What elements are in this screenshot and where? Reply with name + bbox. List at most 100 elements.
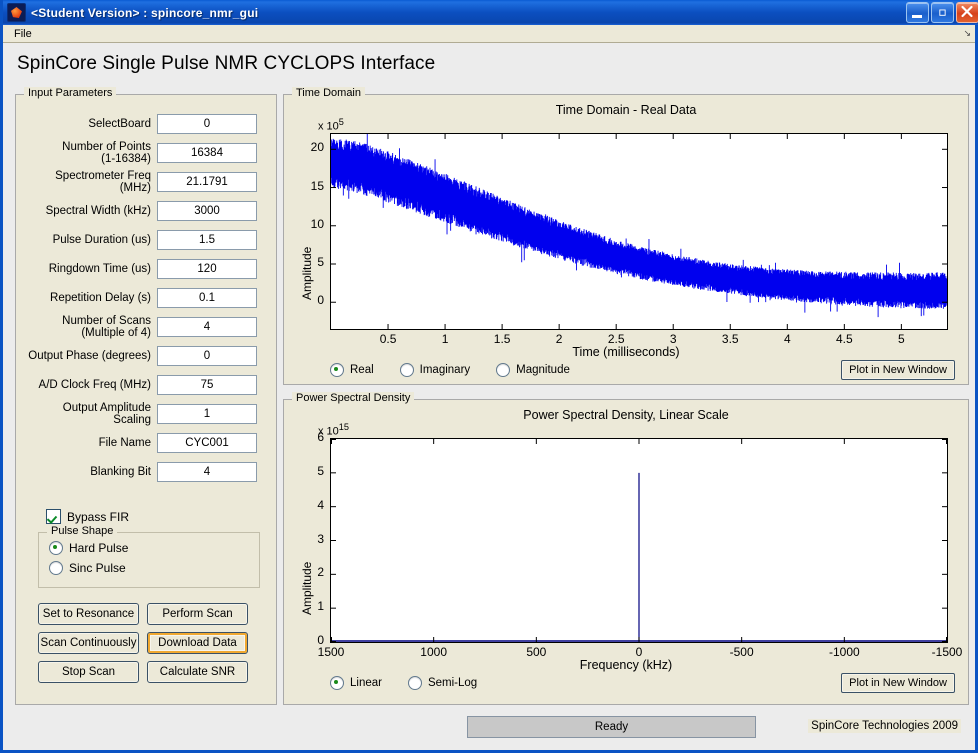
param-label: Spectrometer Freq (MHz) <box>55 169 151 194</box>
time-domain-plot-area[interactable] <box>330 133 948 330</box>
tick-label: 5 <box>898 332 905 346</box>
param-label: SelectBoard <box>88 117 151 130</box>
param-label-line2: (1-16384) <box>101 152 151 165</box>
tick-label: 5 <box>317 463 324 478</box>
time-domain-y-exponent: x 105 <box>318 117 344 133</box>
radio-dot-icon <box>330 363 344 377</box>
param-label: Ringdown Time (us) <box>48 262 151 275</box>
param-row-repetition-delay: Repetition Delay (s) 0.1 <box>22 283 272 312</box>
tick-label: 15 <box>310 178 324 193</box>
tick-label: 0 <box>317 633 324 647</box>
bypass-fir-checkbox[interactable]: Bypass FIR <box>46 509 129 524</box>
param-row-number-of-scans: Number of Scans (Multiple of 4) 4 <box>22 312 272 341</box>
radio-sinc-pulse[interactable]: Sinc Pulse <box>49 561 259 575</box>
calculate-snr-button[interactable]: Calculate SNR <box>147 661 248 683</box>
repetition-delay-input[interactable]: 0.1 <box>157 287 257 308</box>
number-of-points-input[interactable]: 16384 <box>157 142 257 163</box>
param-row-spectral-width: Spectral Width (kHz) 3000 <box>22 196 272 225</box>
param-row-output-phase: Output Phase (degrees) 0 <box>22 341 272 370</box>
output-amplitude-scaling-input[interactable]: 1 <box>157 403 257 424</box>
time-domain-plot-in-new-window-button[interactable]: Plot in New Window <box>841 360 955 380</box>
radio-dot-icon <box>330 676 344 690</box>
radio-dot-icon <box>399 363 414 377</box>
ad-clock-freq-input[interactable]: 75 <box>157 374 257 395</box>
file-name-input[interactable]: CYC001 <box>157 432 257 453</box>
radio-semi-log[interactable]: Semi-Log <box>407 676 477 690</box>
param-row-ringdown-time: Ringdown Time (us) 120 <box>22 254 272 283</box>
radio-dot-icon <box>407 676 422 690</box>
radio-linear[interactable]: Linear <box>330 676 382 690</box>
scan-continuously-button[interactable]: Scan Continuously <box>38 632 139 654</box>
bypass-fir-label: Bypass FIR <box>67 509 130 524</box>
param-label: Number of Points (1-16384) <box>22 141 157 165</box>
param-label: Output Amplitude Scaling <box>62 401 151 426</box>
radio-hard-pulse[interactable]: Hard Pulse <box>49 541 259 555</box>
param-label: Repetition Delay (s) <box>50 291 151 304</box>
selectboard-input[interactable]: 0 <box>157 113 257 134</box>
param-row-selectboard: SelectBoard 0 <box>22 109 272 138</box>
param-row-blanking-bit: Blanking Bit 4 <box>22 457 272 486</box>
output-phase-input[interactable]: 0 <box>157 345 257 366</box>
close-icon <box>961 5 973 18</box>
psd-trace <box>331 439 947 642</box>
tick-label: 20 <box>310 140 324 155</box>
pulse-shape-group: Pulse Shape Hard Pulse Sinc Pulse <box>38 525 260 588</box>
tick-label: 0 <box>635 645 643 659</box>
radio-label: Magnitude <box>516 364 570 376</box>
exponent-power: 15 <box>338 422 349 432</box>
radio-imaginary[interactable]: Imaginary <box>399 363 471 377</box>
minimize-button[interactable] <box>906 2 929 23</box>
tick-label: 2 <box>555 332 563 346</box>
checkbox-check-icon <box>46 509 61 524</box>
radio-magnitude[interactable]: Magnitude <box>496 363 570 377</box>
param-row-ad-clock-freq: A/D Clock Freq (MHz) 75 <box>22 370 272 399</box>
tick-label: 2.5 <box>607 332 625 346</box>
spectrometer-freq-input[interactable]: 21.1791 <box>157 171 257 192</box>
time-domain-xlabel: Time (milliseconds) <box>572 345 680 359</box>
param-row-spectrometer-freq: Spectrometer Freq (MHz) 21.1791 <box>22 167 272 196</box>
tick-label: 3 <box>317 531 324 546</box>
psd-plot-area[interactable] <box>330 438 948 643</box>
menu-item-file[interactable]: File <box>9 27 37 41</box>
radio-label: Real <box>350 364 374 376</box>
pulse-duration-input[interactable]: 1.5 <box>157 229 257 250</box>
radio-label: Linear <box>350 677 382 689</box>
param-label: A/D Clock Freq (MHz) <box>38 378 151 391</box>
exponent-base: x 10 <box>318 120 339 133</box>
tick-label: 0 <box>317 293 324 308</box>
radio-real[interactable]: Real <box>330 363 374 377</box>
param-label-line1: Number of Points <box>62 140 151 153</box>
window-controls: ◻ <box>906 2 978 23</box>
param-label: Pulse Duration (us) <box>52 233 151 246</box>
tick-label: 10 <box>310 216 324 231</box>
psd-panel-title: Power Spectral Density <box>292 392 415 404</box>
perform-scan-button[interactable]: Perform Scan <box>147 603 248 625</box>
time-domain-panel-title: Time Domain <box>292 87 365 99</box>
psd-panel: Power Spectral Density Power Spectral De… <box>283 392 969 705</box>
blanking-bit-input[interactable]: 4 <box>157 461 257 482</box>
menu-bar: File ↘ <box>3 25 975 43</box>
spectral-width-input[interactable]: 3000 <box>157 200 257 221</box>
pulse-shape-title: Pulse Shape <box>47 525 118 537</box>
tick-label: 3 <box>669 332 677 346</box>
close-button[interactable] <box>956 2 978 23</box>
psd-plot-in-new-window-button[interactable]: Plot in New Window <box>841 673 955 693</box>
set-to-resonance-button[interactable]: Set to Resonance <box>38 603 139 625</box>
button-row-3: Stop Scan Calculate SNR <box>38 661 276 683</box>
param-row-pulse-duration: Pulse Duration (us) 1.5 <box>22 225 272 254</box>
radio-label: Hard Pulse <box>69 541 129 555</box>
input-parameters-panel: Input Parameters SelectBoard 0 Number of… <box>15 87 277 705</box>
param-label: Number of Scans (Multiple of 4) <box>22 315 157 339</box>
tick-label: 1500 <box>317 645 345 659</box>
radio-label: Imaginary <box>419 364 471 376</box>
radio-label: Sinc Pulse <box>69 561 126 575</box>
input-parameters-title: Input Parameters <box>24 87 117 99</box>
number-of-scans-input[interactable]: 4 <box>157 316 257 337</box>
button-row-2: Scan Continuously Download Data <box>38 632 276 654</box>
download-data-button[interactable]: Download Data <box>147 632 248 654</box>
time-domain-panel: Time Domain Time Domain - Real Data x 10… <box>283 87 969 385</box>
ringdown-time-input[interactable]: 120 <box>157 258 257 279</box>
time-domain-display-modes: Real Imaginary Magnitude <box>330 363 570 377</box>
stop-scan-button[interactable]: Stop Scan <box>38 661 139 683</box>
maximize-button[interactable]: ◻ <box>931 2 954 23</box>
